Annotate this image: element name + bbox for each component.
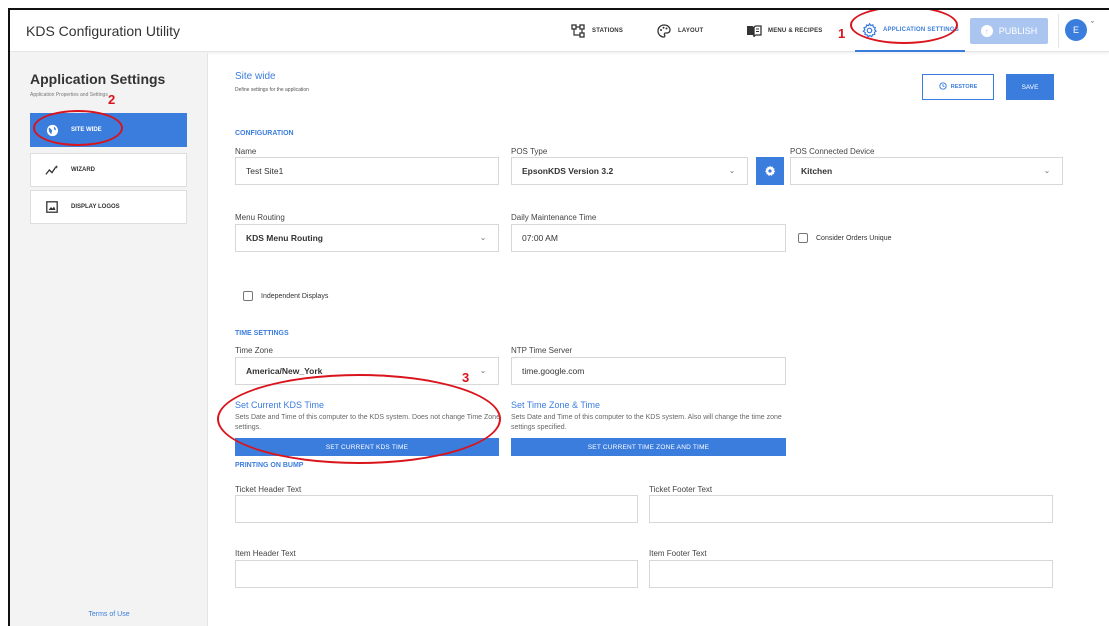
divider xyxy=(1058,14,1059,48)
item-footer-field[interactable] xyxy=(649,560,1053,588)
restore-label: RESTORE xyxy=(950,84,978,90)
book-icon xyxy=(746,23,762,39)
chevron-down-icon: ⌄ xyxy=(480,368,486,375)
item-footer-label: Item Footer Text xyxy=(649,549,707,558)
palette-icon xyxy=(656,23,672,39)
nav-menu-recipes-label: MENU & RECIPES xyxy=(768,28,823,34)
user-avatar[interactable]: E xyxy=(1065,19,1087,41)
main-content: Site wide Define settings for the applic… xyxy=(208,53,1109,626)
name-field[interactable]: Test Site1 xyxy=(235,157,499,185)
menu-routing-value: KDS Menu Routing xyxy=(246,233,323,243)
chevron-down-icon: ⌄ xyxy=(1044,168,1050,175)
pos-settings-button[interactable] xyxy=(756,157,784,185)
pos-type-select[interactable]: EpsonKDS Version 3.2 ⌄ xyxy=(511,157,748,185)
history-icon xyxy=(939,82,947,92)
checkbox-box[interactable] xyxy=(798,233,808,243)
time-zone-value: America/New_York xyxy=(246,366,323,376)
nav-layout[interactable]: LAYOUT xyxy=(656,10,703,52)
gear-icon xyxy=(861,22,877,38)
ticket-footer-field[interactable] xyxy=(649,495,1053,523)
pos-device-select[interactable]: Kitchen ⌄ xyxy=(790,157,1063,185)
independent-displays-checkbox[interactable]: Independent Displays xyxy=(243,291,328,301)
maintenance-time-label: Daily Maintenance Time xyxy=(511,213,597,222)
section-printing-on-bump: PRINTING ON BUMP xyxy=(235,462,304,469)
upload-icon: ↑ xyxy=(980,25,993,37)
restore-button[interactable]: RESTORE xyxy=(922,74,994,100)
set-time-zone-and-time-button[interactable]: SET CURRENT TIME ZONE AND TIME xyxy=(511,438,786,456)
maintenance-time-field[interactable]: 07:00 AM xyxy=(511,224,786,252)
sidebar-item-site-wide[interactable]: SITE WIDE xyxy=(30,113,187,147)
nav-menu-recipes[interactable]: MENU & RECIPES xyxy=(746,10,822,52)
publish-button[interactable]: ↑ PUBLISH xyxy=(970,18,1048,44)
save-button[interactable]: SAVE xyxy=(1006,74,1054,100)
annotation-number-1: 1 xyxy=(838,26,846,41)
chevron-down-icon[interactable]: ˇ xyxy=(1091,20,1094,30)
set-current-kds-time-button[interactable]: SET CURRENT KDS TIME xyxy=(235,438,499,456)
section-time-settings: TIME SETTINGS xyxy=(235,330,289,337)
top-bar: KDS Configuration Utility STATIONS LAYOU… xyxy=(10,10,1109,52)
sidebar-title: Application Settings xyxy=(30,71,166,87)
sidebar-subtitle: Application Properties and Settings xyxy=(30,92,108,98)
set-kds-time-title: Set Current KDS Time xyxy=(235,400,325,410)
globe-icon xyxy=(45,123,59,137)
app-title: KDS Configuration Utility xyxy=(26,23,181,39)
stations-icon xyxy=(570,23,586,39)
ntp-server-label: NTP Time Server xyxy=(511,346,573,355)
annotation-number-2: 2 xyxy=(108,92,116,107)
pos-device-value: Kitchen xyxy=(801,166,833,176)
section-configuration: CONFIGURATION xyxy=(235,130,294,137)
independent-displays-label: Independent Displays xyxy=(261,292,329,300)
pos-type-label: POS Type xyxy=(511,147,548,156)
sidebar-item-label: SITE WIDE xyxy=(71,127,102,133)
page-title: Site wide xyxy=(235,71,276,82)
ticket-header-label: Ticket Header Text xyxy=(235,485,302,494)
terms-of-use-link[interactable]: Terms of Use xyxy=(10,611,208,618)
name-label: Name xyxy=(235,147,257,156)
time-zone-label: Time Zone xyxy=(235,346,273,355)
nav-application-settings[interactable]: APPLICATION SETTINGS xyxy=(855,10,965,52)
app-window: KDS Configuration Utility STATIONS LAYOU… xyxy=(8,8,1109,626)
nav-stations-label: STATIONS xyxy=(592,28,624,34)
page-subtitle: Define settings for the application xyxy=(235,87,309,93)
set-time-zone-title: Set Time Zone & Time xyxy=(511,400,601,410)
checkbox-box[interactable] xyxy=(243,291,253,301)
set-time-zone-description: Sets Date and Time of this computer to t… xyxy=(511,414,782,431)
ticket-footer-label: Ticket Footer Text xyxy=(649,485,713,494)
consider-orders-unique-checkbox[interactable]: Consider Orders Unique xyxy=(798,233,891,243)
wand-icon xyxy=(45,163,59,177)
ticket-header-field[interactable] xyxy=(235,495,638,523)
ntp-server-field[interactable]: time.google.com xyxy=(511,357,786,385)
item-header-label: Item Header Text xyxy=(235,549,296,558)
publish-label: PUBLISH xyxy=(998,26,1038,36)
nav-application-settings-label: APPLICATION SETTINGS xyxy=(883,27,959,33)
pos-device-label: POS Connected Device xyxy=(790,147,875,156)
sidebar-item-label: WIZARD xyxy=(71,167,95,173)
sidebar-item-wizard[interactable]: WIZARD xyxy=(30,153,187,187)
annotation-number-3: 3 xyxy=(462,370,470,385)
gear-icon xyxy=(765,165,776,176)
set-kds-time-description: Sets Date and Time of this computer to t… xyxy=(235,414,500,431)
consider-orders-unique-label: Consider Orders Unique xyxy=(816,234,892,242)
item-header-field[interactable] xyxy=(235,560,638,588)
pos-type-value: EpsonKDS Version 3.2 xyxy=(522,166,614,176)
chevron-down-icon: ⌄ xyxy=(480,235,486,242)
nav-stations[interactable]: STATIONS xyxy=(570,10,623,52)
image-icon xyxy=(45,200,59,214)
sidebar-item-label: DISPLAY LOGOS xyxy=(71,204,120,210)
menu-routing-select[interactable]: KDS Menu Routing ⌄ xyxy=(235,224,499,252)
chevron-down-icon: ⌄ xyxy=(729,168,735,175)
time-zone-select[interactable]: America/New_York ⌄ xyxy=(235,357,499,385)
nav-layout-label: LAYOUT xyxy=(678,28,704,34)
menu-routing-label: Menu Routing xyxy=(235,213,285,222)
sidebar-item-display-logos[interactable]: DISPLAY LOGOS xyxy=(30,190,187,224)
sidebar: Application Settings Application Propert… xyxy=(10,53,208,626)
